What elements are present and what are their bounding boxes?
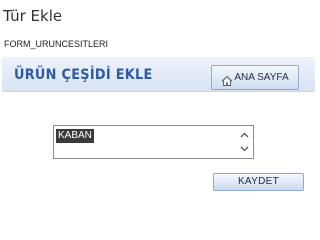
form-name-label: FORM_URUNCESITLERI — [4, 39, 109, 49]
category-listbox[interactable]: KABAN — [53, 125, 254, 159]
chevron-down-icon — [240, 146, 248, 152]
scroll-up-button[interactable] — [237, 128, 251, 142]
save-button-label: KAYDET — [237, 176, 280, 187]
window-title: Tür Ekle — [3, 7, 63, 25]
chevron-up-icon — [240, 132, 248, 138]
page-title: ÜRÜN ÇEŞİDİ EKLE — [14, 67, 153, 83]
list-item-selected[interactable]: KABAN — [56, 129, 94, 143]
save-button[interactable]: KAYDET — [213, 173, 304, 191]
home-button[interactable]: ANA SAYFA — [211, 65, 299, 90]
home-icon — [221, 72, 233, 86]
scroll-down-button[interactable] — [237, 142, 251, 156]
home-button-label: ANA SAYFA — [234, 71, 289, 83]
header-bar: ÜRÜN ÇEŞİDİ EKLE ANA SAYFA — [2, 56, 315, 92]
